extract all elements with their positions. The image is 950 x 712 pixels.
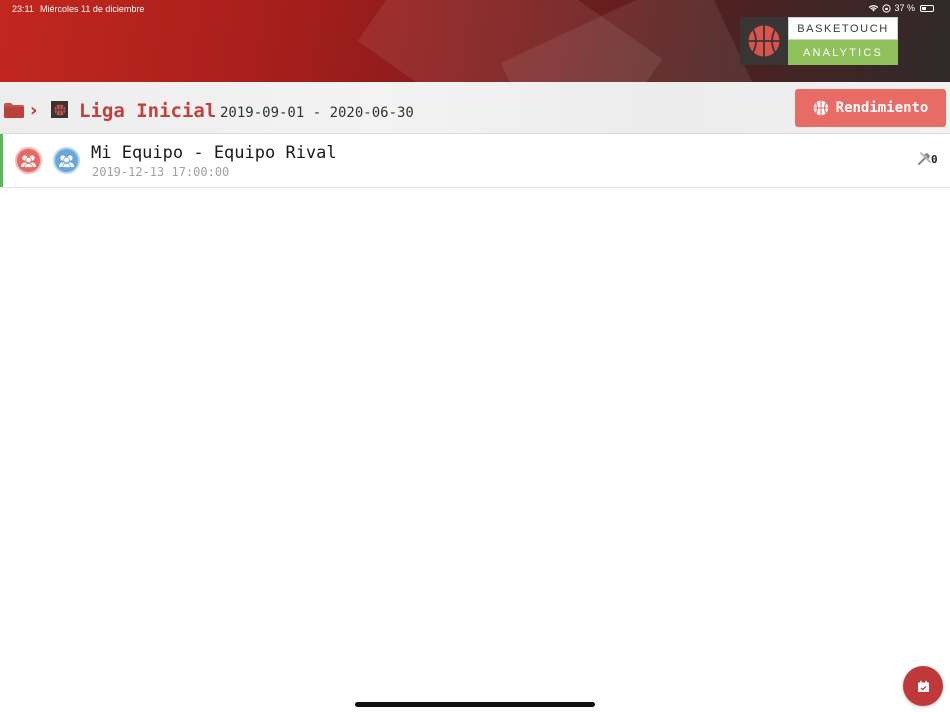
battery-icon <box>920 4 934 12</box>
home-team-icon <box>15 147 42 174</box>
league-date-range: 2019-09-01 - 2020-06-30 <box>220 105 414 121</box>
status-bar: 23:11 Miércoles 11 de diciembre 37 % <box>0 0 950 18</box>
match-list-item[interactable]: Mi Equipo - Equipo Rival 2019-12-13 17:0… <box>0 134 950 188</box>
logo-line1: BASKETOUCH <box>788 17 898 40</box>
wifi-icon <box>869 5 879 12</box>
tools-count: 0 <box>931 153 938 166</box>
chevron-right-icon: › <box>30 100 38 121</box>
home-indicator[interactable] <box>355 702 595 707</box>
basketball-icon <box>813 100 828 116</box>
calendar-add-icon <box>917 680 929 692</box>
tools-icon <box>918 152 931 165</box>
logo-line2: ANALYTICS <box>788 40 898 65</box>
app-logo: BASKETOUCH ANALYTICS <box>740 17 898 65</box>
performance-button-label: Rendimiento <box>835 100 929 116</box>
status-time: 23:11 <box>12 4 34 14</box>
logo-text: BASKETOUCH ANALYTICS <box>788 17 898 65</box>
performance-button[interactable]: Rendimiento <box>795 89 946 127</box>
match-title: Mi Equipo - Equipo Rival <box>91 143 337 163</box>
folder-icon[interactable] <box>4 102 24 118</box>
rotation-lock-icon <box>882 3 892 13</box>
away-team-icon <box>53 147 80 174</box>
status-indicators: 37 % <box>868 3 934 13</box>
add-match-button[interactable] <box>903 666 943 706</box>
battery-percent: 37 % <box>894 3 915 13</box>
battery-level <box>922 6 926 10</box>
league-basketball-icon[interactable] <box>51 101 68 118</box>
app-header: 23:11 Miércoles 11 de diciembre 37 % BAS… <box>0 0 950 82</box>
match-datetime: 2019-12-13 17:00:00 <box>92 165 230 179</box>
match-status-indicator <box>0 134 3 187</box>
league-title[interactable]: Liga Inicial <box>79 100 216 122</box>
logo-basketball-icon <box>740 17 788 65</box>
status-date: Miércoles 11 de diciembre <box>40 4 145 14</box>
